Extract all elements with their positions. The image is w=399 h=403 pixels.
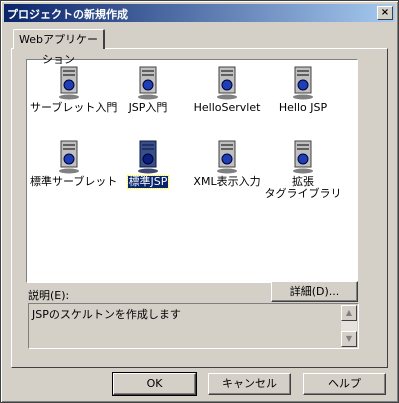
template-label: サーブレット入門	[30, 101, 118, 114]
server-icon	[138, 66, 158, 100]
server-icon	[138, 140, 158, 174]
template-item-helloservlet[interactable]: HelloServlet	[187, 66, 267, 114]
scroll-up-button[interactable]: ▲	[341, 305, 357, 321]
template-item-servlet-intro[interactable]: サーブレット入門	[29, 66, 117, 114]
description-text: JSPのスケルトンを作成します	[32, 308, 181, 321]
title-bar[interactable]: プロジェクトの新規作成 ×	[4, 4, 395, 22]
template-item-xml-display-input[interactable]: XML表示入力	[187, 140, 267, 188]
server-icon	[293, 140, 313, 174]
close-button[interactable]: ×	[377, 6, 393, 20]
description-scrollbar[interactable]: ▲ ▼	[341, 305, 357, 347]
help-button[interactable]: ヘルプ	[303, 373, 386, 395]
description-label: 説明(E):	[28, 289, 70, 302]
cancel-button[interactable]: キャンセル	[208, 373, 291, 395]
template-item-jsp-intro[interactable]: JSP入門	[108, 66, 188, 114]
server-icon	[217, 140, 237, 174]
template-label: HelloServlet	[193, 101, 261, 114]
template-item-hello-jsp[interactable]: Hello JSP	[263, 66, 343, 114]
template-item-extended-taglib[interactable]: 拡張 タグライブラリ	[263, 140, 343, 200]
detail-button[interactable]: 詳細(D)...	[271, 281, 358, 302]
scroll-down-button[interactable]: ▼	[341, 331, 357, 347]
dialog-window: プロジェクトの新規作成 × Webアプリケーション サーブレット入門 JSP入門…	[0, 0, 399, 403]
template-label: JSP入門	[128, 101, 168, 114]
template-label: 標準サーブレット	[30, 175, 118, 188]
template-item-standard-servlet[interactable]: 標準サーブレット	[29, 140, 117, 188]
ok-button[interactable]: OK	[112, 372, 197, 396]
template-label: XML表示入力	[193, 175, 261, 188]
server-icon	[59, 66, 79, 100]
server-icon	[217, 66, 237, 100]
template-list[interactable]: サーブレット入門 JSP入門 HelloServlet Hello JSP 標準…	[26, 59, 358, 283]
server-icon	[293, 66, 313, 100]
template-item-standard-jsp[interactable]: 標準JSP	[108, 140, 188, 189]
tab-web-application[interactable]: Webアプリケーション	[13, 29, 105, 66]
template-label-line2: タグライブラリ	[264, 187, 342, 200]
window-title: プロジェクトの新規作成	[7, 8, 128, 21]
description-box: JSPのスケルトンを作成します ▲ ▼	[28, 303, 359, 349]
template-label: 拡張 タグライブラリ	[264, 176, 343, 200]
server-icon	[59, 140, 79, 174]
template-label: Hello JSP	[278, 101, 328, 114]
template-label: 標準JSP	[126, 175, 170, 189]
